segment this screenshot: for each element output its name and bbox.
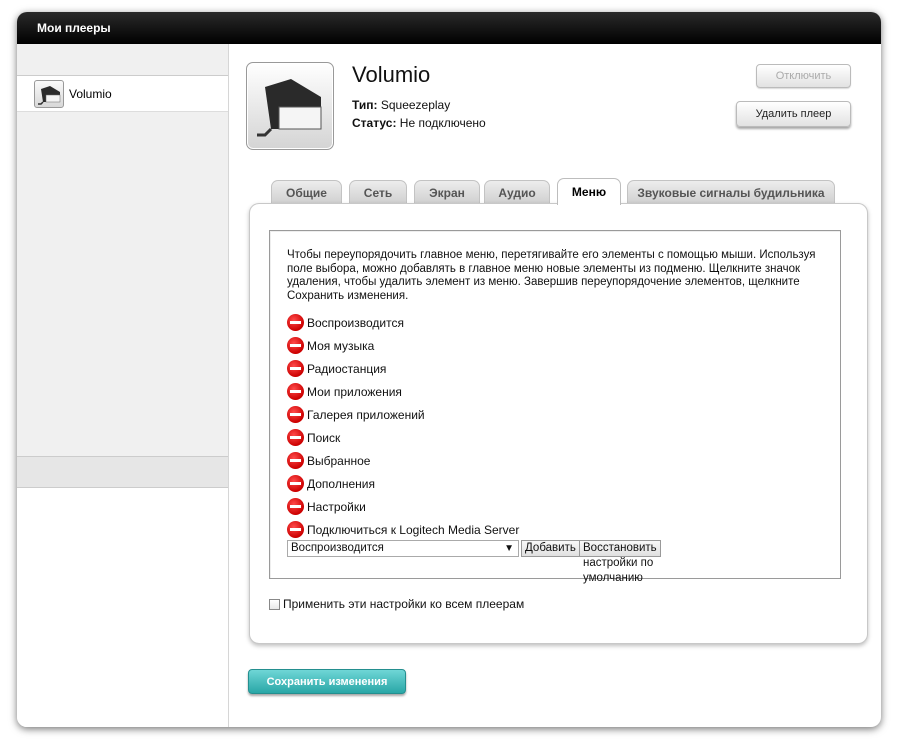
- tab-general[interactable]: Общие: [271, 180, 342, 204]
- menu-item-label: Воспроизводится: [307, 315, 404, 330]
- player-name: Volumio: [352, 62, 431, 87]
- list-item[interactable]: Радиостанция: [287, 357, 519, 380]
- list-item[interactable]: Настройки: [287, 495, 519, 518]
- delete-icon[interactable]: [287, 429, 304, 446]
- disconnect-button[interactable]: Отключить: [756, 64, 851, 88]
- delete-icon[interactable]: [287, 475, 304, 492]
- list-item[interactable]: Поиск: [287, 426, 519, 449]
- delete-icon[interactable]: [287, 452, 304, 469]
- sidebar-footer-bar: [17, 456, 228, 488]
- list-item[interactable]: Воспроизводится: [287, 311, 519, 334]
- menu-settings-panel: Чтобы переупорядочить главное меню, пере…: [249, 203, 868, 644]
- player-type: Тип: Squeezeplay: [352, 98, 450, 112]
- list-item[interactable]: Галерея приложений: [287, 403, 519, 426]
- tab-audio[interactable]: Аудио: [484, 180, 550, 204]
- add-button[interactable]: Добавить: [521, 540, 580, 557]
- tab-menu[interactable]: Меню: [557, 178, 621, 205]
- tab-display[interactable]: Экран: [414, 180, 480, 204]
- sidebar-item-volumio[interactable]: Volumio: [17, 76, 228, 112]
- sidebar-item-label: Volumio: [69, 86, 112, 101]
- player-large-icon: [246, 62, 334, 150]
- menu-item-label: Поиск: [307, 430, 341, 445]
- player-type-value: Squeezeplay: [380, 98, 451, 112]
- delete-icon[interactable]: [287, 383, 304, 400]
- menu-item-label: Настройки: [307, 499, 366, 514]
- players-window: Мои плееры Volumio Volumio Тип: Squeezep…: [17, 12, 881, 727]
- delete-icon[interactable]: [287, 521, 304, 538]
- menu-item-label: Выбранное: [307, 453, 371, 468]
- list-item[interactable]: Моя музыка: [287, 334, 519, 357]
- list-item[interactable]: Дополнения: [287, 472, 519, 495]
- delete-icon[interactable]: [287, 498, 304, 515]
- player-status-value: Не подключено: [399, 116, 486, 130]
- list-item[interactable]: Выбранное: [287, 449, 519, 472]
- delete-icon[interactable]: [287, 314, 304, 331]
- apply-all-label: Применить эти настройки ко всем плеерам: [283, 597, 525, 611]
- player-type-label: Тип:: [352, 98, 378, 112]
- delete-icon[interactable]: [287, 360, 304, 377]
- tab-network[interactable]: Сеть: [349, 180, 407, 204]
- delete-player-button[interactable]: Удалить плеер: [736, 101, 851, 127]
- tab-alarm-sounds[interactable]: Звуковые сигналы будильника: [627, 180, 835, 204]
- apply-all-checkbox[interactable]: [269, 598, 280, 610]
- menu-instructions: Чтобы переупорядочить главное меню, пере…: [287, 249, 816, 302]
- list-item[interactable]: Подключиться к Logitech Media Server: [287, 518, 519, 541]
- list-item[interactable]: Мои приложения: [287, 380, 519, 403]
- apply-all-row: Применить эти настройки ко всем плеерам: [269, 597, 524, 611]
- menu-item-label: Радиостанция: [307, 361, 387, 376]
- player-status: Статус: Не подключено: [352, 116, 486, 130]
- window-title: Мои плееры: [17, 12, 881, 44]
- menu-item-label: Моя музыка: [307, 338, 375, 353]
- dropdown-arrow-icon: ▼: [504, 543, 514, 554]
- sidebar: Volumio: [17, 44, 229, 727]
- menu-items-list: Воспроизводится Моя музыка Радиостанция …: [287, 311, 519, 541]
- delete-icon[interactable]: [287, 406, 304, 423]
- submenu-select[interactable]: Воспроизводится ▼: [287, 540, 519, 557]
- restore-defaults-button[interactable]: Восстановить настройки по умолчанию: [579, 540, 661, 584]
- player-device-icon: [34, 79, 64, 108]
- player-status-label: Статус:: [352, 116, 397, 130]
- menu-item-label: Мои приложения: [307, 384, 402, 399]
- sidebar-bottom: [17, 488, 228, 727]
- menu-item-label: Галерея приложений: [307, 407, 425, 422]
- menu-item-label: Дополнения: [307, 476, 375, 491]
- sidebar-header: [17, 44, 228, 76]
- menu-editor-box: Чтобы переупорядочить главное меню, пере…: [269, 230, 841, 584]
- delete-icon[interactable]: [287, 337, 304, 354]
- save-changes-button[interactable]: Сохранить изменения: [248, 669, 406, 694]
- submenu-select-value: Воспроизводится: [291, 542, 384, 554]
- menu-item-label: Подключиться к Logitech Media Server: [307, 522, 520, 537]
